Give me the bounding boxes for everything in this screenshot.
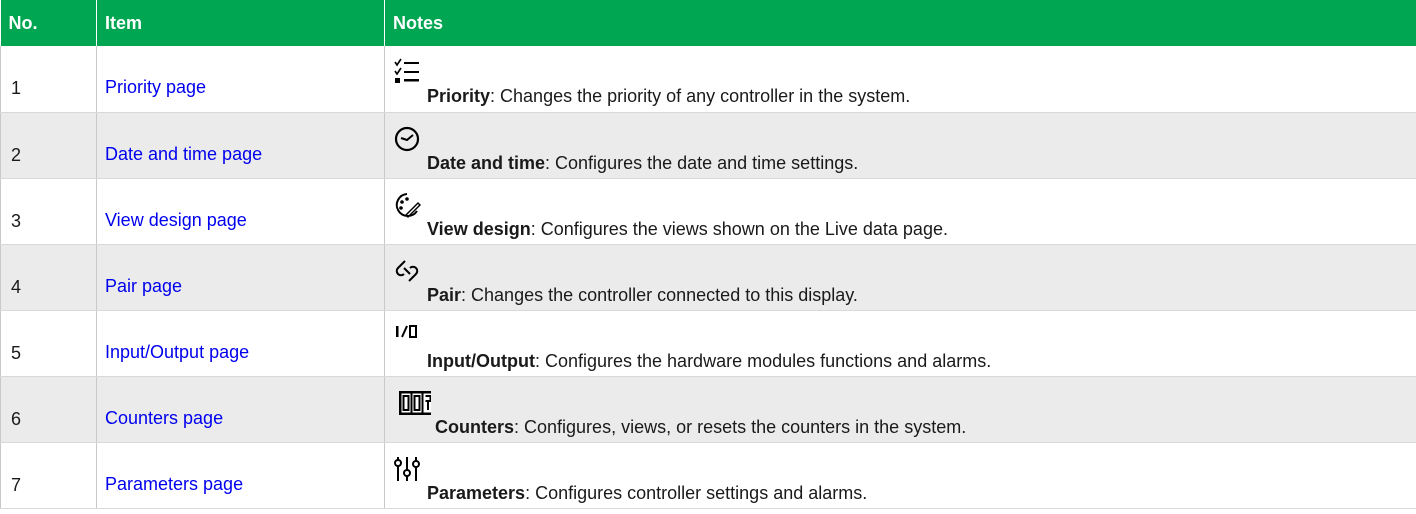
row-number: 2 [0, 112, 97, 179]
table-row: 1 Priority page Priority: Changes the pr… [0, 46, 1416, 113]
input-output-page-link[interactable]: Input/Output page [105, 342, 249, 362]
pair-link-icon [395, 259, 419, 282]
row-number: 1 [0, 46, 97, 113]
note-title: Parameters [427, 482, 526, 503]
note-body: : Changes the priority of any controller… [490, 86, 911, 106]
pair-page-link[interactable]: Pair page [105, 276, 182, 296]
table-row: 4 Pair page Pair: Changes the controller… [0, 244, 1416, 311]
note-body: : Changes the controller connected to th… [461, 284, 858, 305]
row-number: 4 [0, 244, 97, 311]
input-output-icon [396, 324, 417, 338]
row-notes: Counters: Configures, views, or resets t… [384, 376, 1416, 443]
note-body: : Configures controller settings and ala… [525, 482, 868, 503]
header-no: No. [0, 0, 97, 46]
table-row: 7 Parameters page Parameters: Configures… [0, 442, 1416, 509]
view-design-icon [395, 192, 421, 218]
view-design-page-link[interactable]: View design page [105, 210, 247, 230]
note-title: Input/Output [427, 350, 535, 371]
priority-page-link[interactable]: Priority page [105, 77, 206, 97]
sliders-icon [394, 456, 420, 481]
table-row: 3 View design page View design: Configur… [0, 178, 1416, 245]
table-row: 5 Input/Output page Input/Output: Config… [0, 310, 1416, 377]
table-row: 2 Date and time page Date and time: Conf… [0, 112, 1416, 179]
note-title: Pair [427, 284, 462, 305]
row-notes: Priority: Changes the priority of any co… [384, 46, 1416, 113]
counters-page-link[interactable]: Counters page [105, 408, 223, 428]
note-body: : Configures the hardware modules functi… [534, 350, 992, 371]
clock-icon [394, 126, 420, 151]
row-notes: Date and time: Configures the date and t… [384, 112, 1416, 179]
feature-table: No. Item Notes 1 Priority page Priority:… [0, 0, 1416, 509]
date-time-page-link[interactable]: Date and time page [105, 144, 262, 164]
row-number: 5 [0, 310, 97, 377]
row-notes: View design: Configures the views shown … [384, 178, 1416, 245]
row-notes: Input/Output: Configures the hardware mo… [384, 310, 1416, 377]
counter-icon [399, 390, 431, 415]
note-title: Counters [435, 416, 515, 437]
parameters-page-link[interactable]: Parameters page [105, 474, 243, 494]
header-notes: Notes [384, 0, 1416, 46]
note-body: : Configures, views, or resets the count… [514, 416, 967, 437]
row-number: 7 [0, 442, 97, 509]
row-notes: Pair: Changes the controller connected t… [384, 244, 1416, 311]
note-title: View design [427, 218, 531, 239]
note-body: : Configures the date and time settings. [545, 152, 859, 173]
row-number: 6 [0, 376, 97, 443]
note-body: : Configures the views shown on the Live… [530, 218, 948, 239]
row-notes: Parameters: Configures controller settin… [384, 442, 1416, 509]
table-header-row: No. Item Notes [0, 0, 1416, 46]
note-title: Date and time [427, 152, 546, 173]
priority-list-icon [394, 58, 419, 83]
row-number: 3 [0, 178, 97, 245]
note-title: Priority [427, 86, 491, 106]
header-item: Item [96, 0, 385, 46]
table-row: 6 Counters page Counters: Configures, vi… [0, 376, 1416, 443]
